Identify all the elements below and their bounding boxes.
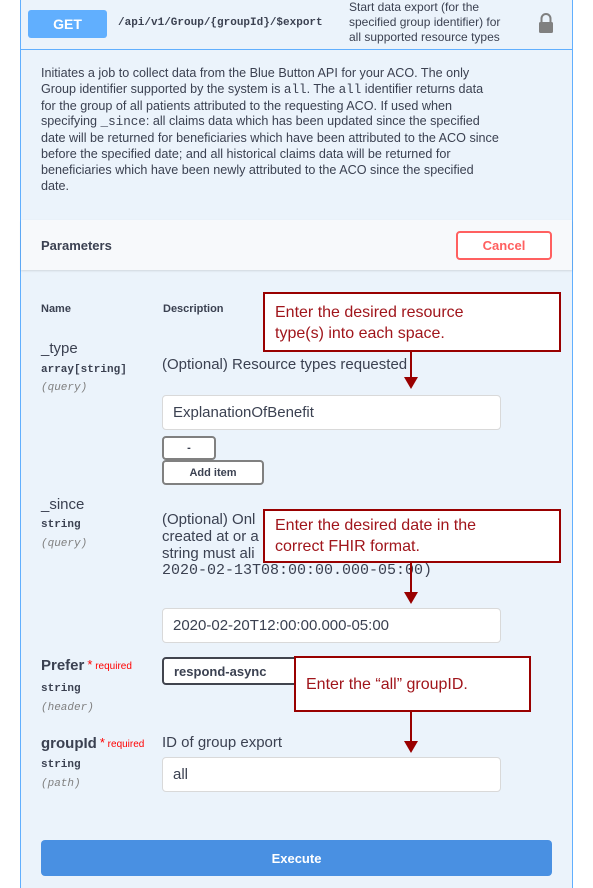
- description-line: Initiates a job to collect data from the…: [41, 66, 470, 80]
- description-line: Group identifier supported by the system…: [41, 81, 484, 97]
- group-hint-callout: Enter the “all” groupID.: [294, 656, 531, 712]
- summary-line: specified group identifier) for: [349, 15, 501, 29]
- since-input[interactable]: 2020-02-20T12:00:00.000-05:00: [162, 608, 501, 643]
- operation-summary[interactable]: GET /api/v1/Group/{groupId}/$export Star…: [21, 0, 572, 50]
- required-marker: * required: [99, 735, 145, 750]
- param-type-type: array[string]: [41, 364, 127, 376]
- prefer-select[interactable]: respond-async: [162, 657, 299, 685]
- inline-code: all: [283, 82, 307, 97]
- add-item-button[interactable]: Add item: [162, 460, 264, 485]
- param-in-prefer: (header): [41, 702, 94, 714]
- inline-code: all: [338, 82, 362, 97]
- callout-line: type(s) into each space.: [275, 325, 445, 342]
- param-type-prefer: string: [41, 683, 81, 695]
- description-line: beneficiaries which have been newly attr…: [41, 162, 474, 177]
- callout-line: Enter the desired date in the: [275, 517, 477, 534]
- description-line: date.: [41, 178, 70, 193]
- arrow-down-icon: [404, 592, 418, 604]
- groupid-input[interactable]: all: [162, 757, 501, 792]
- type-input[interactable]: ExplanationOfBenefit: [162, 395, 501, 430]
- param-type-groupid: string: [41, 759, 81, 771]
- description-line: before the specified date; and all histo…: [41, 146, 451, 161]
- param-name-prefer: Prefer * required: [41, 657, 132, 674]
- param-desc-type: (Optional) Resource types requested: [162, 356, 408, 373]
- description-line: date will be returned for beneficiaries …: [41, 131, 499, 146]
- callout-line: Enter the desired resource: [275, 304, 464, 321]
- endpoint-path: /api/v1/Group/{groupId}/$export: [118, 17, 323, 29]
- summary-line: all supported resource types: [349, 30, 500, 44]
- param-name-type: _type: [41, 340, 78, 357]
- callout-arrow: [410, 563, 412, 593]
- lock-icon[interactable]: [537, 12, 555, 34]
- description-line: for the group of all patients attributed…: [41, 98, 452, 113]
- parameters-title: Parameters: [41, 238, 112, 253]
- column-header-name: Name: [41, 303, 71, 315]
- execute-button[interactable]: Execute: [41, 840, 552, 876]
- date-hint-callout: Enter the desired date in the correct FH…: [263, 509, 561, 563]
- arrow-down-icon: [404, 377, 418, 389]
- param-desc-groupid: ID of group export: [162, 734, 283, 751]
- param-name-since: _since: [41, 496, 85, 513]
- callout-arrow: [410, 352, 412, 378]
- callout-arrow: [410, 712, 412, 742]
- remove-item-button[interactable]: -: [162, 436, 216, 460]
- prefer-label: Prefer: [41, 657, 85, 674]
- param-type-since: string: [41, 519, 81, 531]
- description-line: specifying _since: all claims data which…: [41, 114, 480, 130]
- operation-block: GET /api/v1/Group/{groupId}/$export Star…: [20, 0, 573, 888]
- param-in-groupid: (path): [41, 778, 81, 790]
- inline-code: _since: [100, 115, 146, 130]
- param-in-type: (query): [41, 382, 88, 394]
- required-marker: * required: [87, 657, 132, 672]
- param-name-groupid: groupId * required: [41, 735, 144, 752]
- groupid-label: groupId: [41, 735, 97, 752]
- column-header-description: Description: [163, 303, 224, 315]
- type-hint-callout: Enter the desired resource type(s) into …: [263, 292, 561, 352]
- cancel-button[interactable]: Cancel: [456, 231, 552, 260]
- callout-line: correct FHIR format.: [275, 538, 420, 555]
- parameters-header: Parameters Cancel: [21, 220, 572, 270]
- param-in-since: (query): [41, 538, 88, 550]
- http-method-badge: GET: [28, 10, 107, 38]
- since-desc-example: 2020-02-13T08:00:00.000-05:00): [162, 562, 433, 579]
- operation-description: Initiates a job to collect data from the…: [41, 66, 556, 194]
- arrow-down-icon: [404, 741, 418, 753]
- endpoint-summary: Start data export (for the specified gro…: [349, 0, 529, 45]
- summary-line: Start data export (for the: [349, 0, 480, 14]
